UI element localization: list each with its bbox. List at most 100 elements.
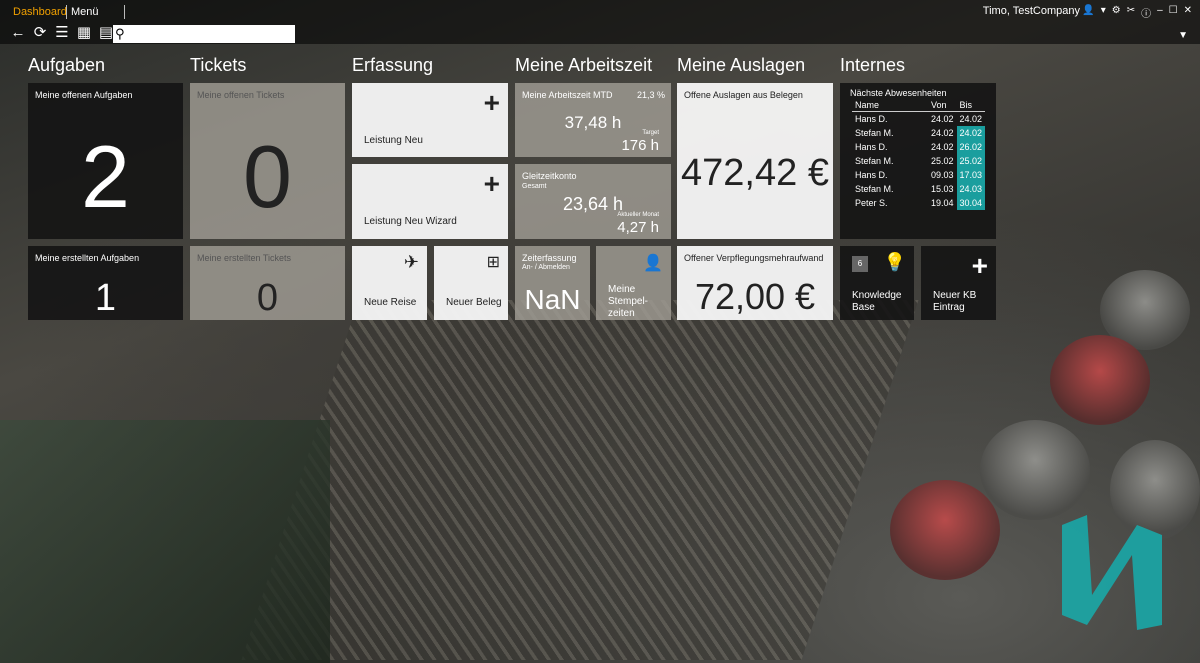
absence-bis: 24.03 <box>956 182 986 196</box>
maximize-icon[interactable]: ☐ <box>1169 5 1178 20</box>
tile-label: Offener Verpflegungsmehraufwand <box>684 253 824 263</box>
section-arbeitszeit: Meine Arbeitszeit <box>515 55 653 75</box>
created-tickets-count: 0 <box>256 277 279 319</box>
tile-sublabel: An- / Abmelden <box>522 264 570 271</box>
toolbar: ← ⟳ ☰ ▦ ▤ <box>10 25 114 41</box>
table-row: Stefan M. 15.03 24.03 <box>852 182 986 196</box>
minimize-icon[interactable]: – <box>1157 5 1163 20</box>
user-icon[interactable]: 👤 <box>1082 5 1094 20</box>
tile-label: Meine offenen Aufgaben <box>35 90 133 100</box>
table-row: Stefan M. 24.02 24.02 <box>852 126 986 140</box>
absence-von: 25.02 <box>931 156 954 166</box>
tile-neuer-beleg[interactable]: ⊞ Neuer Beleg <box>434 246 508 320</box>
tile-label: Offene Auslagen aus Belegen <box>684 90 803 100</box>
absence-name: Peter S. <box>855 198 888 208</box>
add-document-icon: ⊞ <box>486 254 500 271</box>
background-cpu-socket <box>241 300 919 660</box>
table-row: Hans D. 24.02 26.02 <box>852 140 986 154</box>
section-aufgaben: Aufgaben <box>28 55 106 75</box>
tile-label: Leistung Neu Wizard <box>364 216 457 227</box>
zeiterfassung-value: NaN <box>524 284 581 315</box>
user-name[interactable]: Timo, TestCompany <box>983 5 1080 17</box>
absence-von: 09.03 <box>931 170 954 180</box>
absence-name: Hans D. <box>855 170 888 180</box>
background-capacitor <box>890 480 1000 580</box>
tile-label: Meine erstellten Tickets <box>197 253 292 263</box>
absence-name: Hans D. <box>855 142 888 152</box>
auslagen-value: 472,42 € <box>681 152 829 194</box>
absence-bis: 17.03 <box>956 168 986 182</box>
absence-bis: 24.02 <box>956 126 986 140</box>
tile-auslagen-belege[interactable]: Offene Auslagen aus Belegen 472,42 € <box>677 83 833 239</box>
tile-knowledge-base[interactable]: 6 💡 Knowledge Base <box>840 246 914 320</box>
column-header: Bis <box>959 100 973 110</box>
tab-dashboard[interactable]: Dashboard <box>13 4 67 20</box>
tile-zeiterfassung[interactable]: Zeiterfassung An- / Abmelden NaN <box>515 246 590 320</box>
tile-gleitzeitkonto[interactable]: Gleitzeitkonto Gesamt 23,64 h Aktueller … <box>515 164 671 239</box>
tools-icon[interactable]: ✂ <box>1127 5 1135 20</box>
back-arrow-icon[interactable]: ← <box>10 25 26 41</box>
collapse-arrow-icon[interactable]: ▼ <box>1178 30 1188 41</box>
tile-open-tickets[interactable]: Meine offenen Tickets 0 <box>190 83 345 239</box>
created-tasks-count: 1 <box>94 277 117 319</box>
info-icon[interactable]: ⓘ <box>1141 5 1151 20</box>
absence-name: Stefan M. <box>855 184 894 194</box>
search-input[interactable] <box>131 26 291 40</box>
tile-neuer-kb-eintrag[interactable]: + Neuer KB Eintrag <box>921 246 996 320</box>
tile-stempelzeiten[interactable]: 👤 Meine Stempel-zeiten <box>596 246 671 320</box>
top-bar: Dashboard Menü Timo, TestCompany 👤 ▾ ⚙ ✂… <box>0 0 1200 44</box>
tile-created-tasks[interactable]: Meine erstellten Aufgaben 1 <box>28 246 183 320</box>
tile-leistung-neu[interactable]: + Leistung Neu <box>352 83 508 157</box>
grid-icon[interactable]: ▤ <box>98 25 114 41</box>
verpflegung-value: 72,00 € <box>694 276 816 317</box>
open-tasks-count: 2 <box>81 127 130 226</box>
tile-label: Neue Reise <box>364 297 417 308</box>
tile-label: Meine offenen Tickets <box>197 90 285 100</box>
target-label: Target <box>642 130 659 136</box>
background-pcb <box>0 420 330 663</box>
search-icon[interactable]: ⚲ <box>115 25 125 43</box>
list-icon[interactable]: ☰ <box>54 25 70 41</box>
absence-von: 19.04 <box>931 198 954 208</box>
kb-badge: 6 <box>852 256 868 272</box>
table-row: Hans D. 24.02 24.02 <box>852 112 985 127</box>
close-icon[interactable]: ✕ <box>1184 5 1192 20</box>
dropdown-icon[interactable]: ▾ <box>1101 5 1106 20</box>
tile-leistung-wizard[interactable]: + Leistung Neu Wizard <box>352 164 508 239</box>
tile-created-tickets[interactable]: Meine erstellten Tickets 0 <box>190 246 345 320</box>
column-header: Von <box>931 100 947 110</box>
section-internes: Internes <box>840 55 906 75</box>
absence-bis: 30.04 <box>956 196 986 210</box>
tile-open-tasks[interactable]: Meine offenen Aufgaben 2 <box>28 83 183 239</box>
tile-label: Knowledge Base <box>852 290 902 313</box>
tile-label: Neuer Beleg <box>446 297 502 308</box>
tile-verpflegung[interactable]: Offener Verpflegungsmehraufwand 72,00 € <box>677 246 833 320</box>
absence-bis: 24.02 <box>959 114 983 124</box>
absences-table: Name Von Bis Hans D. 24.02 24.02 Stefan M.… <box>852 99 986 210</box>
absences-title: Nächste Abwesenheiten <box>850 88 947 98</box>
absence-von: 24.02 <box>931 142 954 152</box>
tab-divider <box>66 5 67 19</box>
tile-arbeitszeit-mtd[interactable]: Meine Arbeitszeit MTD 21,3 % 37,48 h Tar… <box>515 83 671 157</box>
background-capacitor <box>1050 335 1150 425</box>
section-erfassung: Erfassung <box>352 55 434 75</box>
refresh-icon[interactable]: ⟳ <box>32 25 48 41</box>
plus-icon: + <box>483 168 500 199</box>
absence-von: 24.02 <box>931 114 954 124</box>
tile-neue-reise[interactable]: ✈ Neue Reise <box>352 246 427 320</box>
absence-von: 15.03 <box>931 184 954 194</box>
plus-icon: + <box>483 87 500 118</box>
table-header-row: Name Von Bis <box>852 99 986 112</box>
absence-name: Stefan M. <box>855 128 894 138</box>
gear-icon[interactable]: ⚙ <box>1112 5 1121 20</box>
tab-menu[interactable]: Menü <box>71 4 99 20</box>
lightbulb-icon: 💡 <box>883 252 906 272</box>
search-box: ⚲ <box>113 25 295 43</box>
brand-logo-icon <box>1062 515 1162 630</box>
month-value: 4,27 h <box>617 219 659 236</box>
calendar-icon[interactable]: ▦ <box>76 25 92 41</box>
tile-abwesenheiten[interactable]: Nächste Abwesenheiten Name Von Bis Hans … <box>840 83 996 239</box>
tile-label: Meine Arbeitszeit MTD <box>522 90 613 100</box>
user-clock-icon: 👤 <box>643 255 663 272</box>
tile-label: Meine erstellten Aufgaben <box>35 253 140 263</box>
